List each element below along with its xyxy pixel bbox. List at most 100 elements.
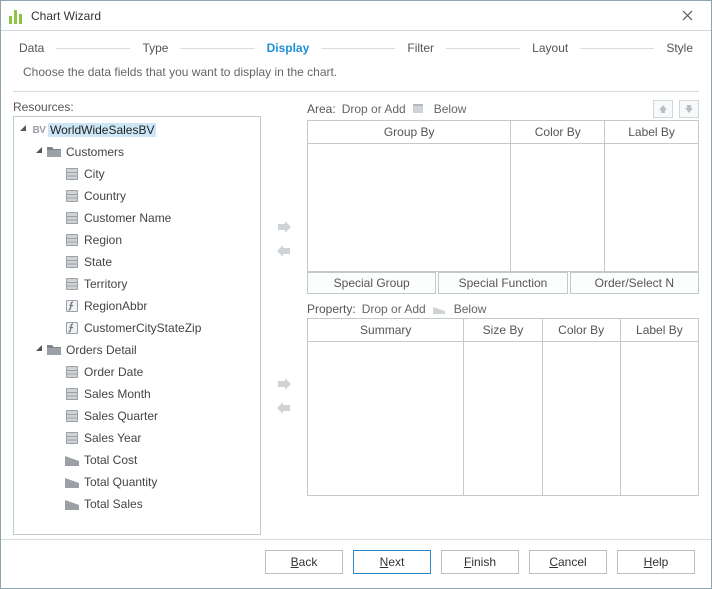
tree-node-label: CustomerCityStateZip: [84, 321, 201, 335]
tree-field-node[interactable]: Country: [14, 185, 260, 207]
area-move-up-button[interactable]: [653, 100, 673, 118]
tree-field-node[interactable]: CustomerCityStateZip: [14, 317, 260, 339]
remove-from-property-button[interactable]: [273, 398, 295, 418]
chart-wizard-window: Chart Wizard Data Type Display Filter Layout…: [0, 0, 712, 589]
wizard-step-style[interactable]: Style: [662, 41, 697, 55]
wizard-step-layout[interactable]: Layout: [528, 41, 572, 55]
property-cell-summary[interactable]: [308, 342, 464, 496]
formula-field-icon: [64, 320, 80, 336]
window-title: Chart Wizard: [31, 9, 669, 23]
back-button[interactable]: Back: [265, 550, 343, 574]
property-cell-sizeby[interactable]: [464, 342, 542, 496]
special-function-button[interactable]: Special Function: [438, 272, 567, 294]
area-grid[interactable]: Group By Color By Label By: [307, 120, 699, 272]
business-view-icon: BV: [30, 125, 48, 136]
tree-node-label: Total Cost: [84, 453, 137, 467]
tree-field-node[interactable]: Territory: [14, 273, 260, 295]
tree-node-label: Country: [84, 189, 126, 203]
property-col-sizeby[interactable]: Size By: [464, 319, 542, 342]
numeric-field-icon: [64, 474, 80, 490]
right-panels: Area: Drop or Add Below: [307, 100, 699, 535]
database-field-icon: [64, 386, 80, 402]
content-area: Resources: BVWorldWideSalesBVCustomersCi…: [1, 92, 711, 539]
arrow-left-icon: [276, 401, 292, 415]
tree-root-node[interactable]: BVWorldWideSalesBV: [14, 119, 260, 141]
tree-node-label: Order Date: [84, 365, 143, 379]
property-cell-colorby[interactable]: [542, 342, 620, 496]
next-button[interactable]: Next: [353, 550, 431, 574]
special-group-button[interactable]: Special Group: [307, 272, 436, 294]
area-title-suffix: Below: [434, 102, 467, 116]
property-col-summary[interactable]: Summary: [308, 319, 464, 342]
database-field-icon: [64, 232, 80, 248]
area-panel: Area: Drop or Add Below: [307, 100, 699, 294]
tree-folder-node[interactable]: Orders Detail: [14, 339, 260, 361]
expand-toggle-icon[interactable]: [16, 124, 30, 136]
tree-node-label: Total Quantity: [84, 475, 157, 489]
property-grid[interactable]: Summary Size By Color By Label By: [307, 318, 699, 496]
folder-icon: [46, 144, 62, 160]
tree-field-node[interactable]: Total Cost: [14, 449, 260, 471]
area-move-down-button[interactable]: [679, 100, 699, 118]
property-panel-header: Property: Drop or Add Below: [307, 302, 699, 316]
drop-target-icon: [412, 103, 428, 115]
remove-from-area-button[interactable]: [273, 241, 295, 261]
step-separator: [446, 48, 520, 49]
tree-field-node[interactable]: Sales Month: [14, 383, 260, 405]
area-cell-groupby[interactable]: [308, 144, 511, 272]
expand-toggle-icon[interactable]: [32, 344, 46, 356]
area-title-prefix: Area:: [307, 102, 336, 116]
tree-field-node[interactable]: Sales Year: [14, 427, 260, 449]
finish-button[interactable]: Finish: [441, 550, 519, 574]
area-col-labelby[interactable]: Label By: [605, 121, 699, 144]
tree-node-label: Territory: [84, 277, 127, 291]
tree-field-node[interactable]: Order Date: [14, 361, 260, 383]
expand-toggle-icon[interactable]: [32, 146, 46, 158]
add-to-property-button[interactable]: [273, 374, 295, 394]
property-col-colorby[interactable]: Color By: [542, 319, 620, 342]
close-button[interactable]: [669, 5, 705, 27]
resources-panel: Resources: BVWorldWideSalesBVCustomersCi…: [13, 100, 261, 535]
tree-field-node[interactable]: Total Quantity: [14, 471, 260, 493]
add-to-area-button[interactable]: [273, 217, 295, 237]
wizard-step-display[interactable]: Display: [263, 41, 314, 55]
tree-field-node[interactable]: Region: [14, 229, 260, 251]
step-separator: [180, 48, 254, 49]
database-field-icon: [64, 276, 80, 292]
cancel-button[interactable]: Cancel: [529, 550, 607, 574]
order-select-n-button[interactable]: Order/Select N: [570, 272, 699, 294]
resources-label: Resources:: [13, 100, 261, 114]
database-field-icon: [64, 254, 80, 270]
dialog-footer: Back Next Finish Cancel Help: [1, 539, 711, 588]
tree-field-node[interactable]: RegionAbbr: [14, 295, 260, 317]
chevron-down-icon: [35, 146, 44, 155]
tree-node-label: Orders Detail: [66, 343, 137, 357]
tree-field-node[interactable]: Total Sales: [14, 493, 260, 515]
tree-field-node[interactable]: State: [14, 251, 260, 273]
tree-field-node[interactable]: City: [14, 163, 260, 185]
wizard-step-type[interactable]: Type: [138, 41, 172, 55]
step-separator: [321, 48, 395, 49]
step-separator: [580, 48, 654, 49]
area-title-text: Drop or Add: [342, 102, 406, 116]
property-panel: Property: Drop or Add Below Summary Size…: [307, 302, 699, 535]
wizard-step-filter[interactable]: Filter: [403, 41, 438, 55]
resources-tree-box: BVWorldWideSalesBVCustomersCity Country Cu…: [13, 116, 261, 535]
property-col-labelby[interactable]: Label By: [620, 319, 698, 342]
area-col-groupby[interactable]: Group By: [308, 121, 511, 144]
property-cell-labelby[interactable]: [620, 342, 698, 496]
folder-icon: [46, 342, 62, 358]
chevron-down-icon: [19, 124, 28, 133]
area-cell-colorby[interactable]: [511, 144, 605, 272]
area-col-colorby[interactable]: Color By: [511, 121, 605, 144]
arrow-down-icon: [684, 104, 694, 114]
tree-folder-node[interactable]: Customers: [14, 141, 260, 163]
area-cell-labelby[interactable]: [605, 144, 699, 272]
resources-tree[interactable]: BVWorldWideSalesBVCustomersCity Country Cu…: [14, 117, 260, 534]
area-button-row: Special Group Special Function Order/Sel…: [307, 272, 699, 294]
help-button[interactable]: Help: [617, 550, 695, 574]
database-field-icon: [64, 210, 80, 226]
tree-field-node[interactable]: Customer Name: [14, 207, 260, 229]
tree-field-node[interactable]: Sales Quarter: [14, 405, 260, 427]
wizard-step-data[interactable]: Data: [15, 41, 48, 55]
